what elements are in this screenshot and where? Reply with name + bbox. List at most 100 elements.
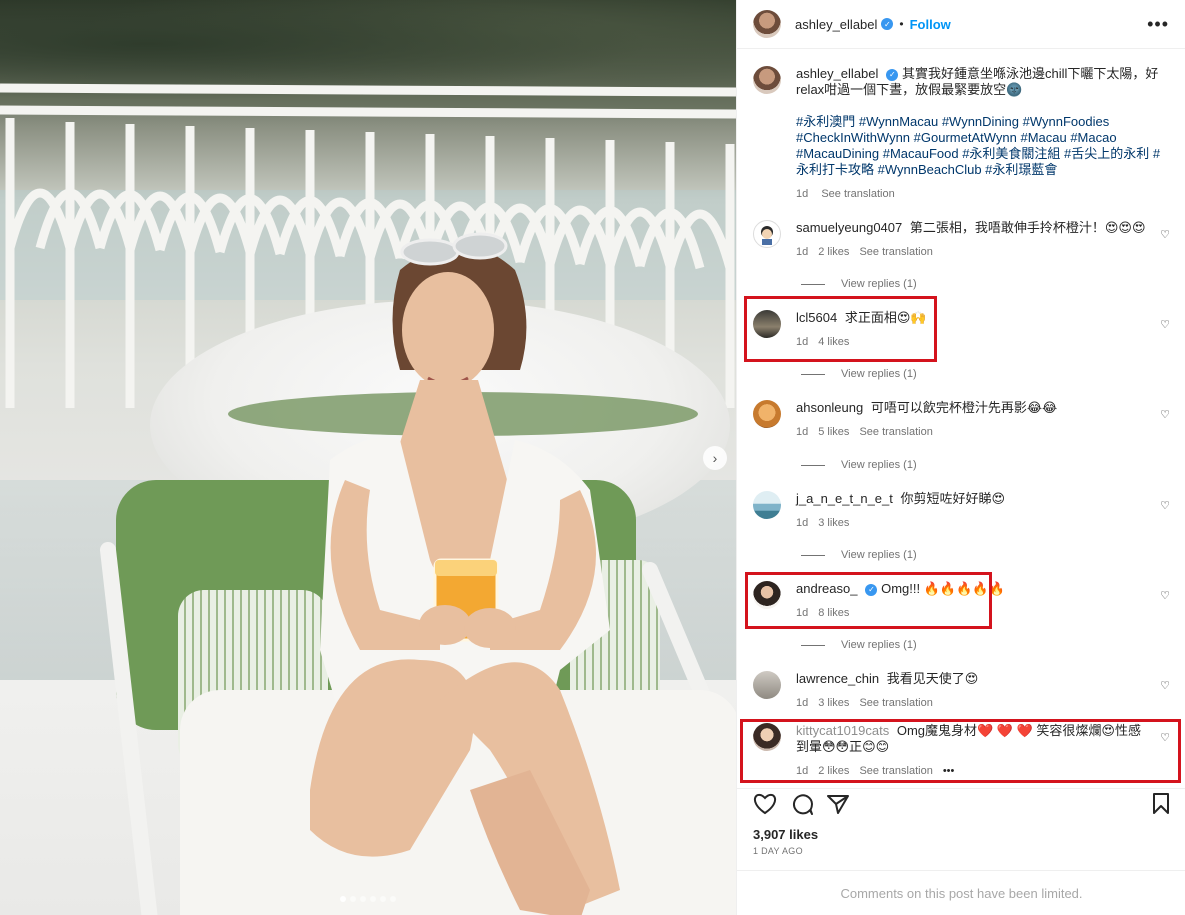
carousel-dot — [350, 896, 356, 902]
comment-body: lcl5604 求正面相😍🙌 1d 4 likes — [796, 310, 1170, 350]
woman-figure — [310, 232, 620, 915]
comment-likes[interactable]: 8 likes — [818, 607, 849, 619]
commenter-avatar[interactable] — [753, 400, 781, 428]
chevron-right-icon: › — [712, 450, 718, 466]
carousel-dot — [340, 896, 346, 902]
comment-body: andreaso_ ✓ Omg!!! 🔥🔥🔥🔥🔥 1d 8 likes — [796, 581, 1170, 621]
comment-time: 1d — [796, 336, 809, 348]
post-actions: 3,907 likes 1 DAY AGO — [737, 788, 1185, 856]
comment-text: Omg!!! 🔥🔥🔥🔥🔥 — [881, 581, 1005, 596]
comment-likes[interactable]: 3 likes — [818, 697, 849, 709]
commenter-avatar[interactable] — [753, 581, 781, 609]
comment-text: 求正面相😍🙌 — [844, 310, 927, 325]
comment-item: j_a_n_e_t_n_e_t 你剪短咗好好睇😍 1d 3 likes ♡ — [753, 491, 1170, 531]
comment-time: 1d — [796, 246, 809, 258]
caption-time: 1d — [796, 188, 809, 200]
commenter-avatar[interactable] — [753, 723, 781, 751]
caption-body: ashley_ellabel ✓ 其實我好鍾意坐喺泳池邊chill下曬下太陽，好r… — [796, 66, 1170, 202]
verified-badge-icon: ✓ — [881, 18, 894, 30]
comment-like-heart-icon[interactable]: ♡ — [1160, 318, 1170, 331]
comment-body: kittycat1019cats Omg魔鬼身材❤️ ❤️ ❤️ 笑容很燦爛😍性… — [796, 723, 1170, 779]
view-replies-link[interactable]: View replies (1) — [801, 459, 917, 471]
commenter-avatar[interactable] — [753, 671, 781, 699]
heart-icon[interactable] — [753, 793, 777, 815]
action-icons — [753, 791, 1170, 817]
next-photo-button[interactable]: › — [703, 446, 727, 470]
comment-time: 1d — [796, 697, 809, 709]
comment-body: j_a_n_e_t_n_e_t 你剪短咗好好睇😍 1d 3 likes — [796, 491, 1170, 531]
carousel-dot — [390, 896, 396, 902]
comment-username[interactable]: lcl5604 — [796, 310, 837, 325]
comment-item: ahsonleung 可唔可以飲完杯橙汁先再影😂😂 1d 5 likes See t… — [753, 400, 1170, 440]
comment-time: 1d — [796, 426, 809, 438]
comment-item: samuelyeung0407 第二張相，我唔敢伸手拎杯橙汁！😍😍😍 1d 2 l… — [753, 220, 1170, 260]
comment-time: 1d — [796, 517, 809, 529]
post-header: ashley_ellabel ✓ • Follow ••• — [737, 0, 1185, 49]
likes-count[interactable]: 3,907 likes — [753, 827, 1170, 842]
verified-badge-icon: ✓ — [865, 583, 878, 596]
comment-item: kittycat1019cats Omg魔鬼身材❤️ ❤️ ❤️ 笑容很燦爛😍性… — [753, 723, 1170, 779]
post-image[interactable]: › — [0, 0, 736, 915]
caption-meta: 1d See translation — [796, 186, 1170, 202]
comment-likes[interactable]: 2 likes — [818, 765, 849, 777]
comment-see-translation[interactable]: See translation — [859, 765, 932, 777]
comment-see-translation[interactable]: See translation — [859, 426, 932, 438]
carousel-dot — [380, 896, 386, 902]
comment-body: samuelyeung0407 第二張相，我唔敢伸手拎杯橙汁！😍😍😍 1d 2 l… — [796, 220, 1170, 260]
comment-item: lawrence_chin 我看见天使了😍 1d 3 likes See trans… — [753, 671, 1170, 711]
view-replies-link[interactable]: View replies (1) — [801, 639, 917, 651]
comment-like-heart-icon[interactable]: ♡ — [1160, 228, 1170, 241]
comment-like-heart-icon[interactable]: ♡ — [1160, 499, 1170, 512]
comment-likes[interactable]: 3 likes — [818, 517, 849, 529]
comment-like-heart-icon[interactable]: ♡ — [1160, 408, 1170, 421]
separator-dot: • — [899, 17, 904, 31]
comment-like-heart-icon[interactable]: ♡ — [1160, 589, 1170, 602]
comment-body: ahsonleung 可唔可以飲完杯橙汁先再影😂😂 1d 5 likes See t… — [796, 400, 1170, 440]
post-timestamp: 1 DAY AGO — [753, 846, 803, 856]
share-icon[interactable] — [827, 794, 849, 814]
comment-username[interactable]: andreaso_ — [796, 581, 857, 596]
view-replies-link[interactable]: View replies (1) — [801, 549, 917, 561]
comment-username[interactable]: ahsonleung — [796, 400, 863, 415]
more-options-icon[interactable]: ••• — [1147, 14, 1169, 35]
comment-see-translation[interactable]: See translation — [859, 697, 932, 709]
comment-see-translation[interactable]: See translation — [859, 246, 932, 258]
comment-item: lcl5604 求正面相😍🙌 1d 4 likes ♡ — [753, 310, 1170, 350]
commenter-avatar[interactable] — [753, 310, 781, 338]
view-replies-link[interactable]: View replies (1) — [801, 368, 917, 380]
comment-like-heart-icon[interactable]: ♡ — [1160, 731, 1170, 744]
comment-text: 你剪短咗好好睇😍 — [900, 491, 1006, 506]
commenter-avatar[interactable] — [753, 491, 781, 519]
author-avatar[interactable] — [753, 10, 781, 38]
comment-likes[interactable]: 5 likes — [818, 426, 849, 438]
comment-item: andreaso_ ✓ Omg!!! 🔥🔥🔥🔥🔥 1d 8 likes ♡ — [753, 581, 1170, 621]
caption-see-translation[interactable]: See translation — [821, 188, 894, 200]
comment-username[interactable]: samuelyeung0407 — [796, 220, 902, 235]
post-caption: ashley_ellabel ✓ 其實我好鍾意坐喺泳池邊chill下曬下太陽，好r… — [753, 66, 1170, 202]
follow-button[interactable]: Follow — [910, 17, 951, 32]
comment-icon[interactable] — [791, 793, 813, 815]
author-avatar[interactable] — [753, 66, 781, 94]
caption-hashtags[interactable]: #永利澳門 #WynnMacau #WynnDining #WynnFoodie… — [796, 114, 1170, 178]
comment-text: 我看见天使了😍 — [886, 671, 979, 686]
comment-likes[interactable]: 4 likes — [818, 336, 849, 348]
verified-badge-icon: ✓ — [886, 68, 899, 81]
comment-text: 可唔可以飲完杯橙汁先再影😂😂 — [870, 400, 1058, 415]
view-replies-link[interactable]: View replies (1) — [801, 278, 917, 290]
comment-username[interactable]: j_a_n_e_t_n_e_t — [796, 491, 893, 506]
comment-text: 第二張相，我唔敢伸手拎杯橙汁！😍😍😍 — [909, 220, 1146, 235]
comment-more-icon[interactable]: ••• — [943, 765, 955, 777]
caption-username[interactable]: ashley_ellabel — [796, 66, 878, 81]
comment-username[interactable]: kittycat1019cats — [796, 723, 889, 738]
comment-like-heart-icon[interactable]: ♡ — [1160, 679, 1170, 692]
bookmark-icon[interactable] — [1152, 793, 1170, 815]
comment-body: lawrence_chin 我看见天使了😍 1d 3 likes See trans… — [796, 671, 1170, 711]
commenter-avatar[interactable] — [753, 220, 781, 248]
comment-username[interactable]: lawrence_chin — [796, 671, 879, 686]
author-username[interactable]: ashley_ellabel — [795, 17, 877, 32]
comments-limited-notice: Comments on this post have been limited. — [737, 870, 1185, 915]
post-sidebar: ashley_ellabel ✓ • Follow ••• ashley_ell… — [736, 0, 1185, 915]
comment-time: 1d — [796, 607, 809, 619]
comment-time: 1d — [796, 765, 809, 777]
comment-likes[interactable]: 2 likes — [818, 246, 849, 258]
